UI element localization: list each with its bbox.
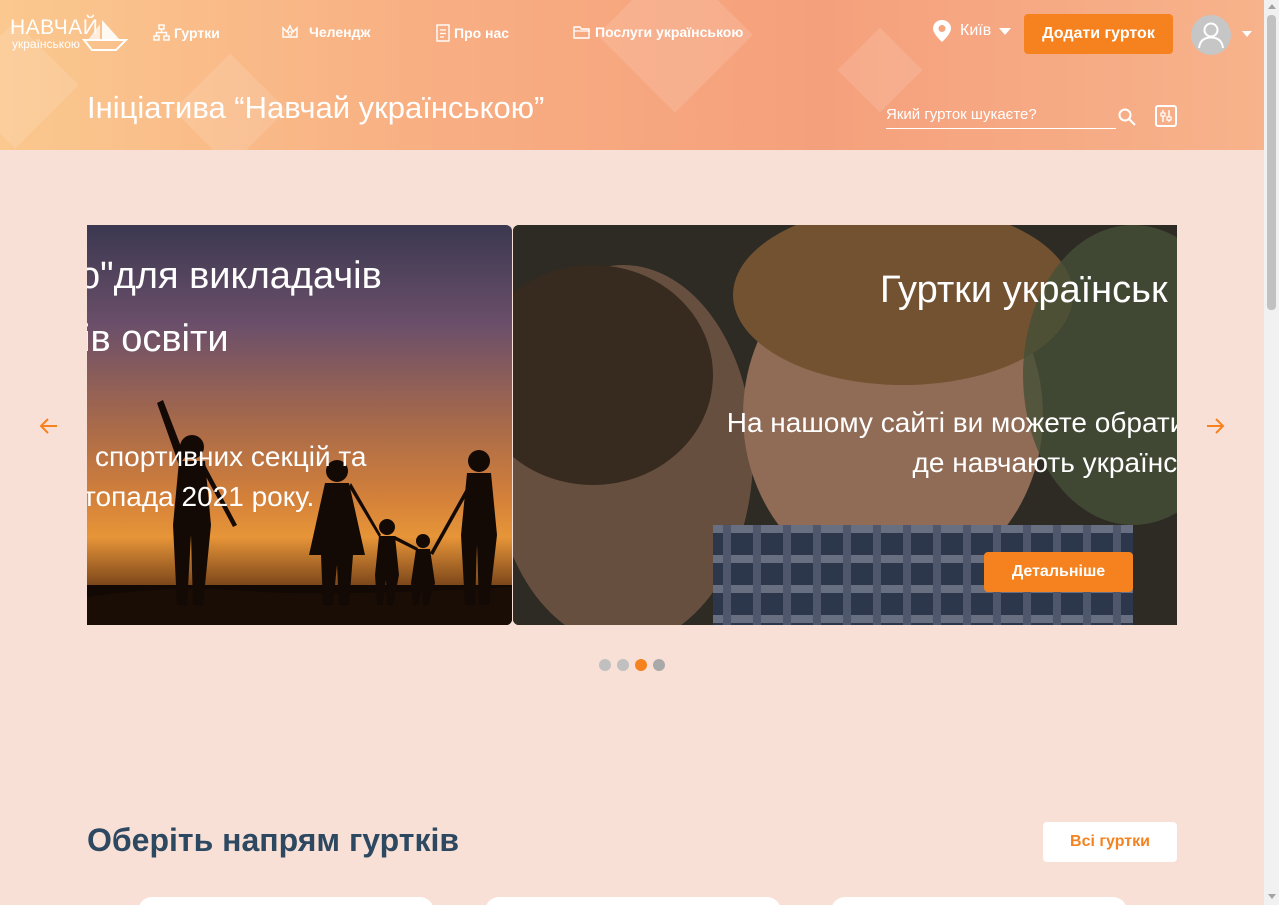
location-pin-icon xyxy=(933,20,951,42)
carousel-dot[interactable] xyxy=(599,659,611,671)
details-button[interactable]: Детальніше xyxy=(984,552,1133,592)
section-title: Оберіть напрям гуртків xyxy=(87,822,460,858)
paper-boat-icon xyxy=(81,20,129,51)
carousel-dot[interactable] xyxy=(617,659,629,671)
nav-item-label: Послуги українською xyxy=(595,24,744,40)
filter-settings-icon[interactable] xyxy=(1155,105,1177,127)
category-card[interactable] xyxy=(831,897,1127,905)
folder-icon xyxy=(573,25,590,39)
nav-item-label: Гуртки xyxy=(174,24,220,41)
all-clubs-button[interactable]: Всі гуртки xyxy=(1043,822,1177,862)
carousel-slide[interactable]: Гуртки українськ На нашому сайті ви може… xyxy=(513,225,1177,625)
nav-item-challenge[interactable]: Челендж xyxy=(281,24,370,40)
scroll-up-icon[interactable] xyxy=(1268,4,1276,9)
carousel-pagination xyxy=(599,659,665,671)
crown-icon xyxy=(282,24,298,38)
page-title: Ініціатива “Навчай українською” xyxy=(87,90,545,125)
slide-title: ів освіти xyxy=(87,318,229,360)
scroll-down-icon[interactable] xyxy=(1268,894,1276,899)
sliders-icon xyxy=(1160,110,1172,122)
hero-carousel: о"для викладачів ів освіти спортивних се… xyxy=(87,225,1177,625)
decor-shape xyxy=(837,27,923,113)
decor-shape xyxy=(597,0,753,113)
slide-text: На нашому сайті ви можете обрати для xyxy=(726,407,1177,438)
slide-text: топада 2021 року. xyxy=(87,481,315,512)
slide-text: де навчають українською xyxy=(912,447,1177,478)
nav-item-clubs[interactable]: Гуртки xyxy=(153,24,220,41)
search-icon[interactable] xyxy=(1117,107,1137,127)
scrollbar-thumb[interactable] xyxy=(1267,15,1276,310)
add-club-button[interactable]: Додати гурток xyxy=(1024,14,1173,54)
search-input[interactable] xyxy=(886,103,1116,125)
category-card[interactable] xyxy=(138,897,434,905)
user-icon xyxy=(1198,22,1224,49)
slide-title: о"для викладачів xyxy=(87,255,382,297)
city-label: Київ xyxy=(960,22,992,39)
scrollbar[interactable] xyxy=(1264,0,1279,905)
sitemap-icon xyxy=(153,24,170,41)
arrow-right-icon[interactable] xyxy=(1205,416,1225,436)
site-logo[interactable]: НАВЧАЙ українською xyxy=(10,16,130,54)
logo-subtitle: українською xyxy=(12,37,80,51)
avatar[interactable] xyxy=(1191,15,1231,55)
nav-item-about[interactable]: Про нас xyxy=(436,24,509,42)
search-field[interactable] xyxy=(886,103,1116,129)
carousel-dot[interactable] xyxy=(653,659,665,671)
slide-title: Гуртки українськ xyxy=(880,269,1168,311)
header: НАВЧАЙ українською Гуртки Челендж Про на… xyxy=(0,0,1264,150)
chevron-down-icon[interactable] xyxy=(1242,31,1252,37)
city-selector[interactable]: Київ xyxy=(932,19,1012,43)
nav-item-label: Челендж xyxy=(309,24,371,40)
arrow-left-icon[interactable] xyxy=(39,416,59,436)
slide-text: спортивних секцій та xyxy=(95,441,367,472)
document-icon xyxy=(436,24,450,42)
carousel-slide[interactable]: о"для викладачів ів освіти спортивних се… xyxy=(87,225,512,625)
nav-item-services[interactable]: Послуги українською xyxy=(573,24,743,40)
nav-item-label: Про нас xyxy=(454,25,510,41)
carousel-dot-active[interactable] xyxy=(635,659,647,671)
category-card[interactable] xyxy=(485,897,781,905)
chevron-down-icon xyxy=(999,27,1012,35)
